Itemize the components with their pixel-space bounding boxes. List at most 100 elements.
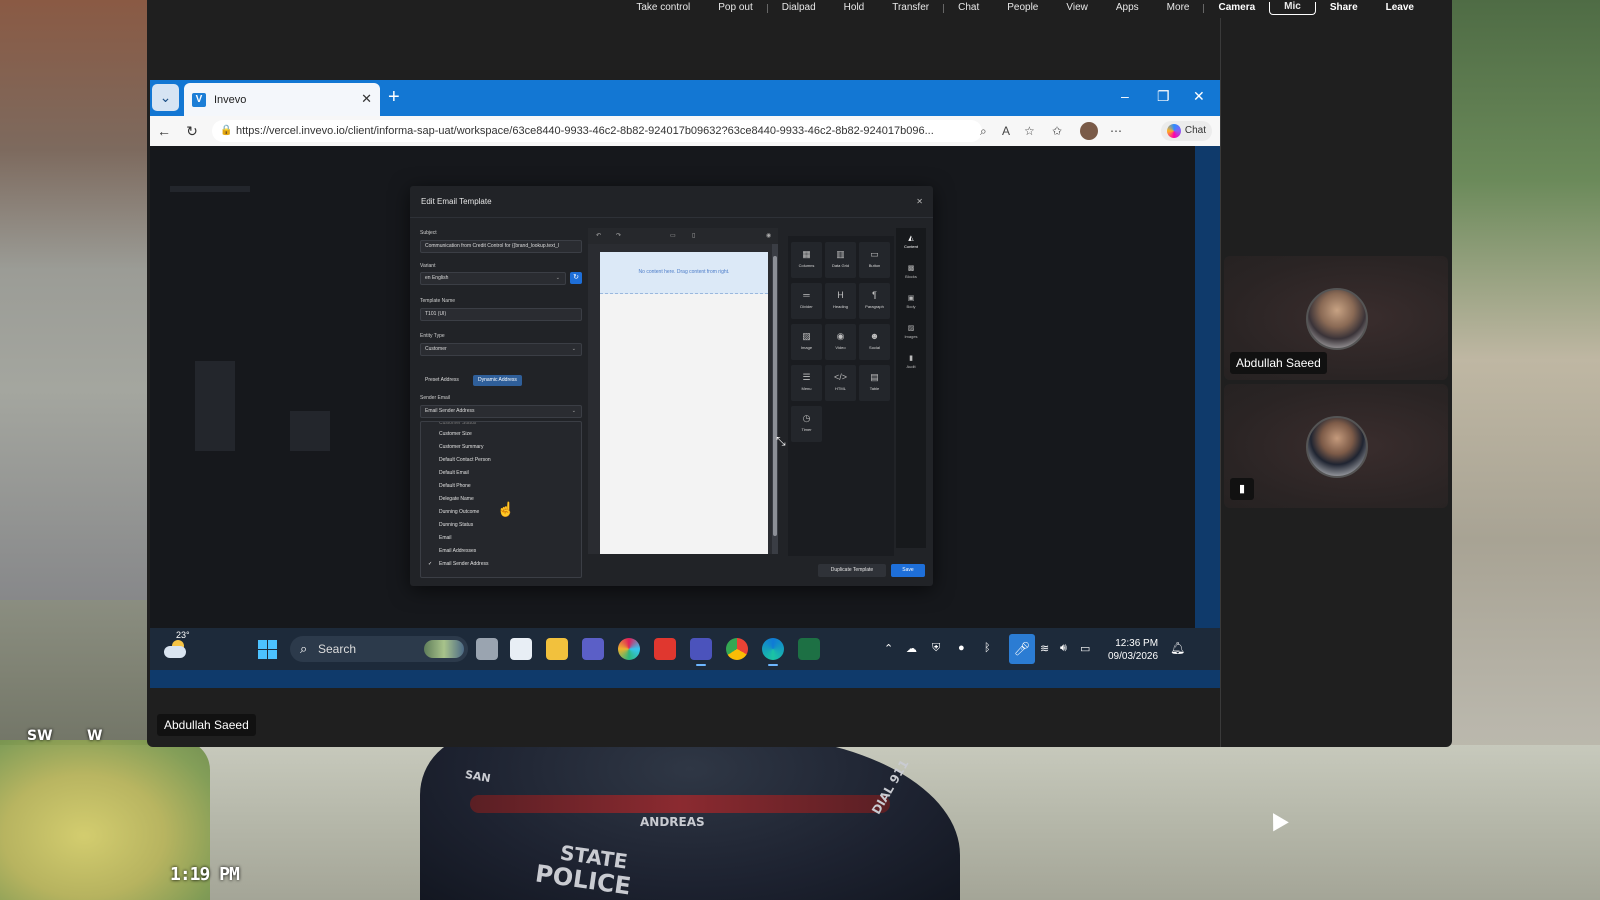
dropdown-option[interactable]: Customer Size — [421, 428, 581, 441]
dropdown-option[interactable]: Default Phone — [421, 480, 581, 493]
favorites-icon[interactable]: ✩ — [1052, 124, 1062, 138]
taskbar-search[interactable]: ⌕ Search — [290, 636, 468, 662]
snipping-tool-icon[interactable] — [510, 638, 532, 660]
teams-work-icon[interactable] — [690, 638, 712, 666]
view-button[interactable]: View — [1052, 3, 1102, 13]
new-tab-icon[interactable]: + — [388, 86, 400, 108]
camera-button[interactable]: Camera — [1204, 3, 1269, 13]
start-icon[interactable] — [258, 640, 277, 659]
desktop-preview-icon[interactable]: ▭ — [670, 232, 676, 239]
tool-video[interactable]: ◉ Video — [825, 324, 856, 360]
show-hidden-icons-icon[interactable]: ⌃ — [884, 642, 893, 655]
refresh-variant-button[interactable]: ↻ — [570, 272, 582, 284]
system-clock[interactable]: 12:36 PM 09/03/2026 — [1108, 637, 1158, 663]
task-view-icon[interactable] — [476, 638, 498, 660]
zoom-icon[interactable]: ⌕ — [980, 124, 987, 139]
tool-timer[interactable]: ◷ Timer — [791, 406, 822, 442]
variant-select[interactable]: en English ⌄ — [420, 272, 566, 285]
side-tab-body[interactable]: ▣ Body — [896, 294, 926, 309]
save-button[interactable]: Save — [891, 564, 925, 577]
dropdown-option-selected[interactable]: ✓ Email Sender Address — [421, 558, 581, 571]
tool-button[interactable]: ▭ Button — [859, 242, 890, 278]
dialpad-button[interactable]: Dialpad — [768, 3, 830, 13]
bluetooth-icon[interactable]: ᛒ — [984, 642, 991, 654]
take-control-button[interactable]: Take control — [622, 3, 704, 13]
duplicate-template-button[interactable]: Duplicate Template — [818, 564, 886, 577]
tool-heading[interactable]: H Heading — [825, 283, 856, 319]
tool-social[interactable]: ☻ Social — [859, 324, 890, 360]
dropdown-option[interactable]: Dunning Status — [421, 519, 581, 532]
restore-icon[interactable]: ❐ — [1157, 88, 1170, 105]
undo-icon[interactable]: ↶ — [596, 232, 601, 239]
excel-icon[interactable] — [798, 638, 820, 660]
file-explorer-icon[interactable] — [546, 638, 568, 660]
wifi-icon[interactable]: ≋ — [1040, 642, 1049, 655]
chrome-icon[interactable] — [726, 638, 748, 660]
apps-button[interactable]: Apps — [1102, 3, 1153, 13]
preview-eye-icon[interactable]: ◉ — [766, 232, 771, 239]
people-button[interactable]: People — [993, 3, 1052, 13]
tool-data-grid[interactable]: ▥ Data Grid — [825, 242, 856, 278]
entity-type-select[interactable]: Customer ⌄ — [420, 343, 582, 356]
tool-table[interactable]: ▤ Table — [859, 365, 890, 401]
notification-bell-icon[interactable]: 🔔︎ — [1170, 641, 1185, 655]
participant-tile[interactable]: ▮ — [1224, 384, 1448, 508]
dynamic-address-tab[interactable]: Dynamic Address — [473, 375, 522, 386]
read-aloud-icon[interactable]: A — [1002, 124, 1010, 138]
dropdown-option[interactable]: Default Contact Person — [421, 454, 581, 467]
sender-email-select[interactable]: Email Sender Address ⌄ — [420, 405, 582, 418]
share-button[interactable]: Share — [1316, 3, 1372, 13]
expand-icon[interactable]: ⤡ — [776, 434, 786, 449]
dropdown-option[interactable]: Customer Summary — [421, 441, 581, 454]
more-icon[interactable]: ⋯ — [1110, 124, 1122, 138]
edge-icon[interactable] — [762, 638, 784, 666]
email-canvas[interactable]: No content here. Drag content from right… — [600, 252, 768, 554]
participant-tile[interactable]: Abdullah Saeed — [1224, 256, 1448, 380]
close-icon[interactable]: ✕ — [916, 186, 923, 218]
tool-menu[interactable]: ☰ Menu — [791, 365, 822, 401]
pop-out-button[interactable]: Pop out — [704, 3, 766, 13]
profile-avatar[interactable] — [1080, 122, 1098, 140]
teams-icon[interactable] — [582, 638, 604, 660]
close-window-icon[interactable]: ✕ — [1193, 88, 1205, 105]
dropdown-option[interactable]: Email Addresses — [421, 545, 581, 558]
chat-button[interactable]: Chat — [944, 3, 993, 13]
dropdown-option[interactable]: Default Email — [421, 467, 581, 480]
canvas-drop-zone[interactable]: No content here. Drag content from right… — [600, 252, 768, 294]
leave-button[interactable]: Leave — [1372, 3, 1428, 13]
redo-icon[interactable]: ↷ — [616, 232, 621, 239]
url-field[interactable]: 🔒 https://vercel.invevo.io/client/inform… — [212, 120, 982, 142]
back-icon[interactable]: ← — [150, 123, 178, 139]
tool-columns[interactable]: ▦ Columns — [791, 242, 822, 278]
copilot-chat-button[interactable]: Chat — [1160, 121, 1212, 141]
volume-icon[interactable]: 🔊︎ — [1060, 642, 1067, 655]
mobile-preview-icon[interactable]: ▯ — [692, 232, 695, 239]
dropdown-option[interactable]: Email — [421, 532, 581, 545]
battery-icon[interactable]: ▭ — [1080, 642, 1090, 655]
refresh-icon[interactable]: ↻ — [178, 123, 206, 140]
mic-button[interactable]: Mic — [1269, 1, 1316, 15]
close-tab-icon[interactable]: ✕ — [361, 91, 372, 107]
template-name-field[interactable]: T101 (UI) — [420, 308, 582, 321]
scrollbar-thumb[interactable] — [773, 256, 777, 536]
preset-address-tab[interactable]: Preset Address — [420, 375, 464, 386]
tab-actions-icon[interactable]: ⌄ — [152, 84, 179, 111]
microphone-icon[interactable]: 🎤︎ — [1009, 634, 1035, 664]
browser-tab[interactable]: V Invevo ✕ — [184, 83, 380, 116]
weather-widget[interactable]: 23° — [162, 630, 190, 662]
teams-tray-icon[interactable]: ● — [958, 642, 965, 654]
security-icon[interactable]: ⛨ — [932, 642, 940, 655]
side-tab-audit[interactable]: ▮ Audit — [896, 354, 926, 369]
side-tab-blocks[interactable]: ▩ Blocks — [896, 264, 926, 279]
canvas-scrollbar[interactable] — [772, 244, 778, 554]
subject-field[interactable]: Communication from Credit Control for {{… — [420, 240, 582, 253]
slack-icon[interactable] — [618, 638, 640, 660]
more-button[interactable]: More — [1153, 3, 1204, 13]
side-tab-content[interactable]: ◭ Content — [896, 234, 926, 249]
minimize-icon[interactable]: – — [1121, 88, 1129, 104]
tool-paragraph[interactable]: ¶ Paragraph — [859, 283, 890, 319]
favorite-icon[interactable]: ☆ — [1024, 124, 1035, 138]
tool-divider[interactable]: ═ Divider — [791, 283, 822, 319]
tool-image[interactable]: ▨ Image — [791, 324, 822, 360]
transfer-button[interactable]: Transfer — [878, 3, 943, 13]
